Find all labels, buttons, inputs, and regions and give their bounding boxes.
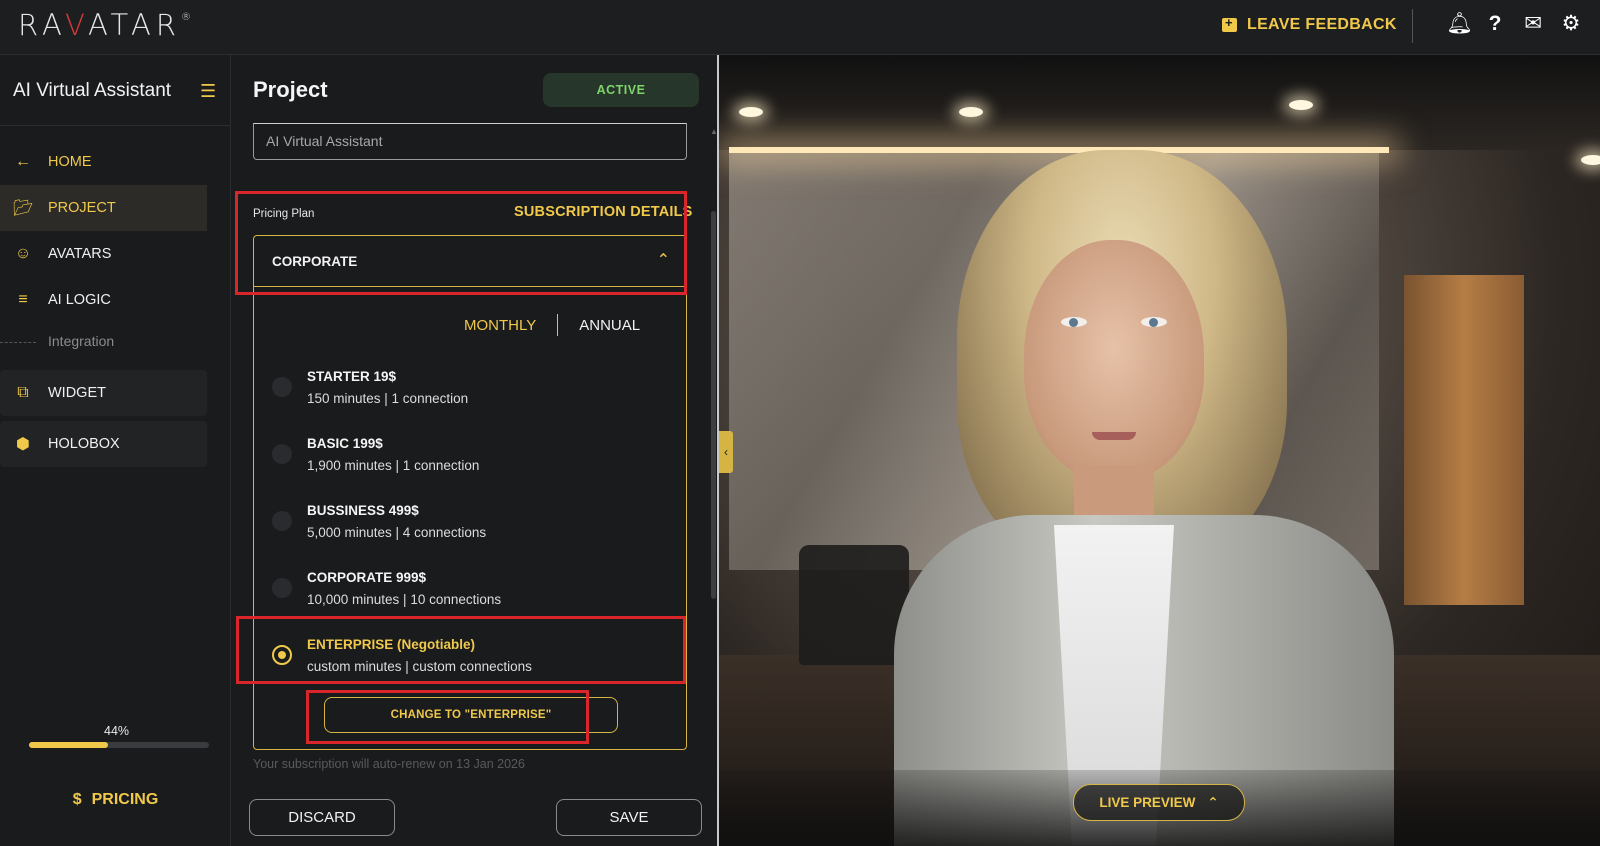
sidebar-item-label: PROJECT bbox=[48, 200, 116, 216]
plan-name: STARTER 19$ bbox=[307, 369, 397, 384]
office-chair bbox=[799, 545, 909, 665]
pricing-link[interactable]: $ PRICING bbox=[0, 791, 231, 809]
usage-progress-fill bbox=[29, 742, 109, 748]
ravatar-logo[interactable]: RAVATAR® bbox=[18, 8, 191, 42]
feedback-icon bbox=[1222, 15, 1237, 32]
project-name-field[interactable]: AI Virtual Assistant bbox=[253, 123, 687, 160]
sidebar-item-label: HOME bbox=[48, 154, 92, 170]
usage-progress-bar bbox=[29, 742, 209, 748]
usage-percent: 44% bbox=[104, 724, 130, 738]
folder-icon: 📂︎ bbox=[13, 200, 34, 217]
sliders-icon: ≡ bbox=[18, 291, 28, 308]
plan-option-starter[interactable]: STARTER 19$ 150 minutes | 1 connection bbox=[254, 361, 688, 423]
plan-name: CORPORATE 999$ bbox=[307, 570, 427, 585]
save-button[interactable]: SAVE bbox=[556, 799, 702, 836]
radio-button[interactable] bbox=[272, 511, 292, 531]
period-divider bbox=[557, 314, 559, 336]
plan-dropdown: MONTHLY ANNUAL STARTER 19$ 150 minutes |… bbox=[253, 287, 687, 750]
sidebar-item-label: WIDGET bbox=[48, 385, 106, 401]
users-icon: ☺ bbox=[14, 245, 32, 262]
mail-icon[interactable]: ✉ bbox=[1522, 12, 1544, 36]
plan-description: 1,900 minutes | 1 connection bbox=[307, 458, 480, 473]
panel-scrollbar[interactable] bbox=[711, 211, 716, 599]
sidebar-item-label: AI LOGIC bbox=[48, 292, 111, 308]
ceiling-light bbox=[1581, 155, 1600, 165]
selected-plan-value: CORPORATE bbox=[272, 254, 358, 269]
plan-option-corporate[interactable]: CORPORATE 999$ 10,000 minutes | 10 conne… bbox=[254, 562, 688, 624]
pricing-label: PRICING bbox=[91, 791, 159, 808]
collapse-panel-handle[interactable]: ‹ bbox=[719, 431, 733, 473]
pricing-plan-label: Pricing Plan bbox=[253, 208, 315, 220]
topbar-divider bbox=[1412, 9, 1413, 43]
sidebar-item-avatars[interactable]: ☺ AVATARS bbox=[0, 231, 207, 277]
subscription-details-link[interactable]: SUBSCRIPTION DETAILS bbox=[514, 204, 693, 220]
leave-feedback-button[interactable]: LEAVE FEEDBACK bbox=[1222, 15, 1397, 34]
ceiling-light bbox=[959, 107, 983, 117]
arrow-left-icon: ← bbox=[15, 153, 31, 170]
plan-description: 5,000 minutes | 4 connections bbox=[307, 525, 487, 540]
billing-period-toggle: MONTHLY ANNUAL bbox=[464, 314, 640, 336]
dollar-icon: $ bbox=[72, 791, 82, 808]
avatar-preview: LIVE PREVIEW ⌃ bbox=[719, 55, 1600, 846]
sidebar-title: AI Virtual Assistant bbox=[13, 80, 172, 101]
change-plan-button[interactable]: CHANGE TO "ENTERPRISE" bbox=[324, 697, 618, 733]
leave-feedback-label: LEAVE FEEDBACK bbox=[1247, 16, 1397, 33]
sidebar-item-widget[interactable]: ⧉ WIDGET bbox=[0, 370, 207, 416]
radio-button[interactable] bbox=[272, 444, 292, 464]
radio-button[interactable] bbox=[272, 578, 292, 598]
plan-name: BUSSINESS 499$ bbox=[307, 503, 419, 518]
sidebar-item-ai-logic[interactable]: ≡ AI LOGIC bbox=[0, 277, 207, 323]
live-preview-button[interactable]: LIVE PREVIEW ⌃ bbox=[1073, 784, 1245, 821]
widget-icon: ⧉ bbox=[17, 384, 29, 401]
radio-button-selected[interactable] bbox=[272, 645, 292, 665]
wood-door bbox=[1404, 275, 1524, 605]
plan-name: ENTERPRISE (Negotiable) bbox=[307, 637, 476, 652]
plan-name: BASIC 199$ bbox=[307, 436, 383, 451]
ceiling-light bbox=[1289, 100, 1313, 110]
integration-label: Integration bbox=[48, 333, 115, 349]
discard-button[interactable]: DISCARD bbox=[249, 799, 395, 836]
plan-description: 150 minutes | 1 connection bbox=[307, 391, 469, 406]
chevron-up-icon: ⌃ bbox=[656, 252, 670, 269]
avatar-eye bbox=[1141, 317, 1167, 327]
autorenew-note: Your subscription will auto-renew on 13 … bbox=[253, 757, 525, 771]
monthly-tab[interactable]: MONTHLY bbox=[464, 317, 536, 334]
status-badge: ACTIVE bbox=[543, 73, 699, 107]
sidebar-item-holobox[interactable]: ⬢ HOLOBOX bbox=[0, 421, 207, 467]
avatar-eye bbox=[1061, 317, 1087, 327]
sidebar-item-project[interactable]: 📂︎ PROJECT bbox=[0, 185, 207, 231]
radio-button[interactable] bbox=[272, 377, 292, 397]
cove-light bbox=[729, 147, 1389, 153]
gear-icon[interactable]: ⚙ bbox=[1560, 12, 1582, 36]
plan-option-business[interactable]: BUSSINESS 499$ 5,000 minutes | 4 connect… bbox=[254, 495, 688, 557]
pricing-plan-select[interactable]: CORPORATE ⌃ bbox=[253, 235, 687, 287]
project-panel: Project ACTIVE AI Virtual Assistant ▲ Pr… bbox=[231, 55, 719, 846]
sidebar-item-home[interactable]: ← HOME bbox=[0, 139, 207, 185]
sidebar-item-label: HOLOBOX bbox=[48, 436, 120, 452]
sidebar: AI Virtual Assistant ☰ ← HOME 📂︎ PROJECT… bbox=[0, 55, 231, 846]
plan-description: 10,000 minutes | 10 connections bbox=[307, 592, 502, 607]
avatar-face bbox=[1024, 240, 1204, 480]
page-title: Project bbox=[253, 77, 328, 102]
sidebar-collapse-icon[interactable]: ☰ bbox=[200, 81, 216, 102]
integration-group: Integration bbox=[0, 331, 231, 353]
ceiling bbox=[719, 55, 1600, 150]
top-bar: RAVATAR® LEAVE FEEDBACK 🔔︎ ? ✉ ⚙ bbox=[0, 0, 1600, 55]
help-icon[interactable]: ? bbox=[1484, 12, 1506, 36]
plan-option-basic[interactable]: BASIC 199$ 1,900 minutes | 1 connection bbox=[254, 428, 688, 490]
group-divider bbox=[0, 342, 36, 343]
sidebar-divider bbox=[0, 125, 231, 126]
annual-tab[interactable]: ANNUAL bbox=[579, 317, 640, 334]
plan-description: custom minutes | custom connections bbox=[307, 659, 532, 674]
bell-icon[interactable]: 🔔︎ bbox=[1446, 12, 1473, 36]
sidebar-item-label: AVATARS bbox=[48, 246, 112, 262]
box-icon: ⬢ bbox=[16, 436, 30, 453]
live-preview-label: LIVE PREVIEW bbox=[1099, 795, 1196, 810]
ceiling-light bbox=[739, 107, 763, 117]
chevron-up-icon: ⌃ bbox=[1207, 795, 1219, 810]
plan-option-enterprise[interactable]: ENTERPRISE (Negotiable) custom minutes |… bbox=[254, 629, 688, 691]
avatar-mouth bbox=[1092, 432, 1136, 440]
